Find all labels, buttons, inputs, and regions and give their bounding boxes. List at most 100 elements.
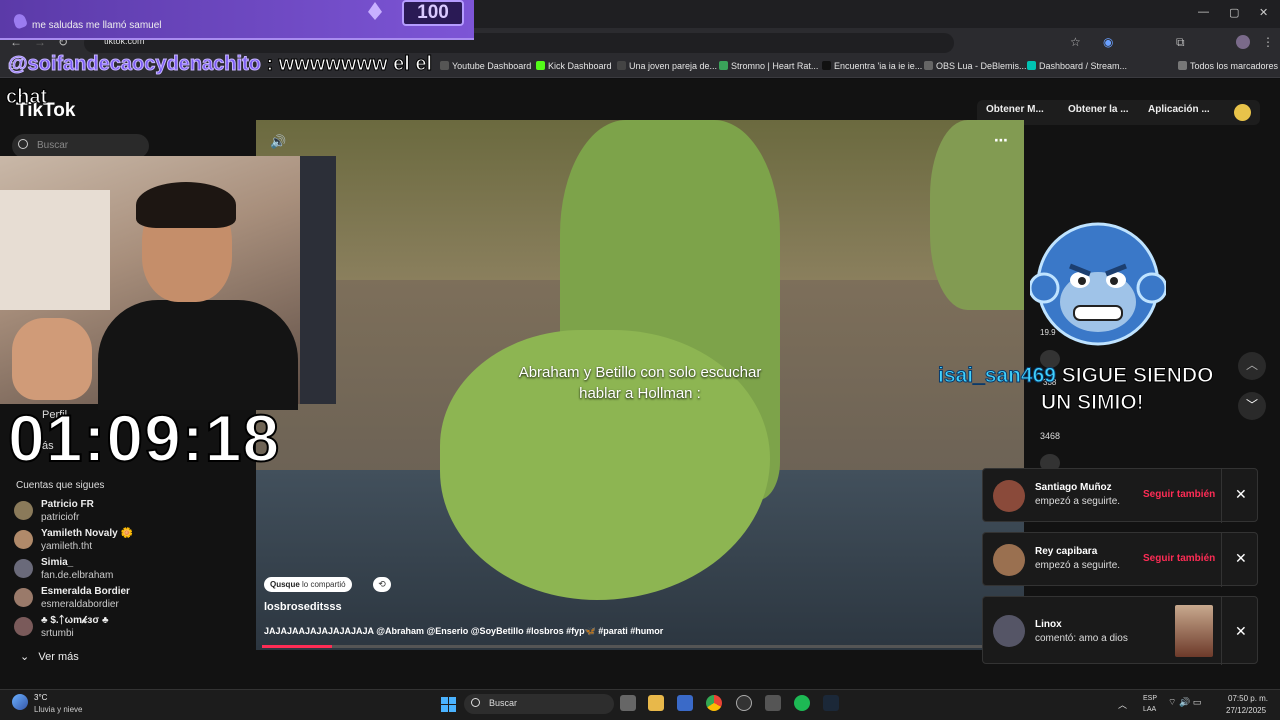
see-more-button[interactable]: ⌄ Ver más bbox=[20, 650, 79, 663]
task-view-icon[interactable] bbox=[620, 695, 636, 711]
user-avatar[interactable] bbox=[1234, 104, 1251, 121]
bookmark-joven-pareja[interactable]: Una joven pareja de... bbox=[617, 61, 717, 71]
tiktok-icon bbox=[822, 61, 831, 70]
extension-icon[interactable]: ◉ bbox=[1103, 35, 1113, 49]
more-options-icon[interactable]: ⋯ bbox=[994, 132, 1008, 149]
gorilla-mascot-logo bbox=[1030, 222, 1166, 346]
comment-video-thumbnail[interactable] bbox=[1175, 605, 1213, 657]
steam-icon[interactable] bbox=[823, 695, 839, 711]
webcam-shelf bbox=[0, 190, 110, 310]
get-app-button[interactable]: Obtener la ... bbox=[1068, 104, 1129, 115]
video-progress-track[interactable] bbox=[262, 645, 982, 648]
search-input[interactable]: Buscar bbox=[12, 134, 149, 158]
avatar bbox=[14, 617, 33, 636]
avatar bbox=[14, 501, 33, 520]
store-icon[interactable] bbox=[677, 695, 693, 711]
following-item[interactable]: ♣ $.ᛏωm𝓀ɜσ ♣ srtumbi bbox=[14, 615, 254, 645]
following-item[interactable]: Esmeralda Bordier esmeraldabordier bbox=[14, 586, 254, 616]
search-icon bbox=[18, 139, 28, 149]
tray-chevron-icon[interactable]: ︿ bbox=[1118, 698, 1127, 711]
shared-by-text: lo compartió bbox=[302, 580, 346, 589]
divider bbox=[1221, 469, 1222, 523]
follow-alert-name: isai_san469 bbox=[938, 364, 1057, 388]
video-author[interactable]: losbroseditsss bbox=[264, 601, 342, 613]
follow-back-button[interactable]: Seguir también bbox=[1143, 553, 1215, 564]
notification-card[interactable]: Rey capibara empezó a seguirte. Seguir t… bbox=[982, 532, 1258, 587]
spotify-icon[interactable] bbox=[794, 695, 810, 711]
following-item[interactable]: Simia_ fan.de.elbraham bbox=[14, 557, 254, 587]
close-window-button[interactable]: ✕ bbox=[1259, 6, 1268, 19]
desktop-app-button[interactable]: Aplicación ... bbox=[1148, 104, 1210, 115]
obs-icon[interactable] bbox=[736, 695, 752, 711]
avatar bbox=[993, 544, 1025, 576]
search-icon bbox=[471, 698, 480, 707]
follow-back-button[interactable]: Seguir también bbox=[1143, 489, 1215, 500]
file-explorer-icon[interactable] bbox=[648, 695, 664, 711]
divider bbox=[1221, 533, 1222, 587]
repost-icon[interactable]: ⟲ bbox=[373, 577, 391, 592]
clock-date[interactable]: 27/12/2025 bbox=[1226, 706, 1266, 715]
github-icon bbox=[924, 61, 933, 70]
dinosaur-leg bbox=[930, 120, 1024, 310]
all-bookmarks-folder[interactable]: Todos los marcadores bbox=[1178, 61, 1278, 71]
kick-icon bbox=[536, 61, 545, 70]
following-section-title: Cuentas que sigues bbox=[16, 480, 105, 491]
system-tray-icons[interactable]: ⌔ 🔊 ▭ bbox=[1168, 697, 1201, 708]
volume-icon[interactable]: 🔊 bbox=[270, 134, 286, 150]
alert-message: me saludas me llamó samuel bbox=[32, 20, 162, 31]
folder-icon bbox=[1178, 61, 1187, 70]
windows-start-icon[interactable] bbox=[441, 697, 456, 712]
video-caption: Abraham y Betillo con solo escuchar habl… bbox=[518, 364, 762, 402]
next-video-button[interactable]: ﹀ bbox=[1238, 392, 1266, 420]
bookmark-star-icon[interactable]: ☆ bbox=[1070, 35, 1081, 49]
follow-alert-overlay: isai_san469 SIGUE SIENDO UN SIMIO! bbox=[938, 362, 1214, 416]
close-icon[interactable]: ✕ bbox=[1235, 550, 1247, 567]
divider bbox=[1221, 597, 1222, 665]
bookmark-obs-lua[interactable]: OBS Lua - DeBlemis... bbox=[924, 61, 1027, 71]
streamer-torso bbox=[98, 300, 298, 410]
app-icon[interactable] bbox=[765, 695, 781, 711]
bookmark-dashboard-stream[interactable]: Dashboard / Stream... bbox=[1027, 61, 1127, 71]
chrome-icon[interactable] bbox=[706, 695, 722, 711]
minimize-button[interactable]: — bbox=[1198, 6, 1209, 18]
windows-taskbar bbox=[0, 689, 1280, 720]
close-icon[interactable]: ✕ bbox=[1235, 623, 1247, 640]
stream-timer: 01:09:18 bbox=[7, 400, 281, 476]
weather-temperature[interactable]: 3°C bbox=[34, 693, 47, 702]
notification-card[interactable]: Linox comentó: amo a dios ✕ bbox=[982, 596, 1258, 665]
wifi-icon[interactable]: ⌔ bbox=[1168, 697, 1176, 707]
previous-video-button[interactable]: ︿ bbox=[1238, 352, 1266, 380]
streamer-hair bbox=[136, 182, 236, 228]
profile-avatar[interactable] bbox=[1236, 35, 1250, 49]
language-indicator[interactable]: ESP bbox=[1143, 695, 1157, 702]
avatar bbox=[993, 615, 1025, 647]
bookmark-stromno[interactable]: Stromno | Heart Rat... bbox=[719, 61, 818, 71]
notification-card[interactable]: Santiago Muñoz empezó a seguirte. Seguir… bbox=[982, 468, 1258, 523]
avatar bbox=[14, 559, 33, 578]
weather-description[interactable]: Lluvia y nieve bbox=[34, 705, 82, 714]
following-item[interactable]: Patricio FR patriciofr bbox=[14, 499, 254, 529]
volume-icon[interactable]: 🔊 bbox=[1179, 697, 1190, 707]
webcam-door bbox=[300, 156, 336, 404]
get-coins-button[interactable]: Obtener M... bbox=[986, 104, 1044, 115]
browser-menu-icon[interactable]: ⋮ bbox=[1262, 35, 1274, 49]
keyboard-layout[interactable]: LAA bbox=[1143, 706, 1156, 713]
shared-by-badge[interactable]: Qusque lo compartió bbox=[264, 577, 352, 592]
chat-message-overlay: @soifandecaocydenachito : wwwwwww el el bbox=[8, 53, 433, 76]
bookmark-encuentra[interactable]: Encuentra 'ia ia ie ie... bbox=[822, 61, 922, 71]
chat-username: @soifandecaocydenachito bbox=[8, 53, 262, 76]
avatar bbox=[14, 588, 33, 607]
following-item[interactable]: Yamileth Novaly 🌼 yamileth.tht bbox=[14, 528, 254, 558]
extensions-icon[interactable]: ⧉ bbox=[1176, 35, 1185, 50]
bookmark-icon bbox=[617, 61, 626, 70]
close-icon[interactable]: ✕ bbox=[1235, 486, 1247, 503]
clock-time[interactable]: 07:50 p. m. bbox=[1228, 694, 1268, 703]
maximize-button[interactable]: ▢ bbox=[1229, 6, 1239, 19]
bookmark-icon bbox=[440, 61, 449, 70]
bookmark-youtube-dashboard[interactable]: Youtube Dashboard bbox=[440, 61, 531, 71]
battery-icon[interactable]: ▭ bbox=[1193, 697, 1202, 707]
weather-icon[interactable] bbox=[12, 694, 28, 710]
taskbar-search[interactable]: Buscar bbox=[464, 694, 614, 714]
bookmark-kick-dashboard[interactable]: Kick Dashboard bbox=[536, 61, 612, 71]
bookmark-icon bbox=[1027, 61, 1036, 70]
